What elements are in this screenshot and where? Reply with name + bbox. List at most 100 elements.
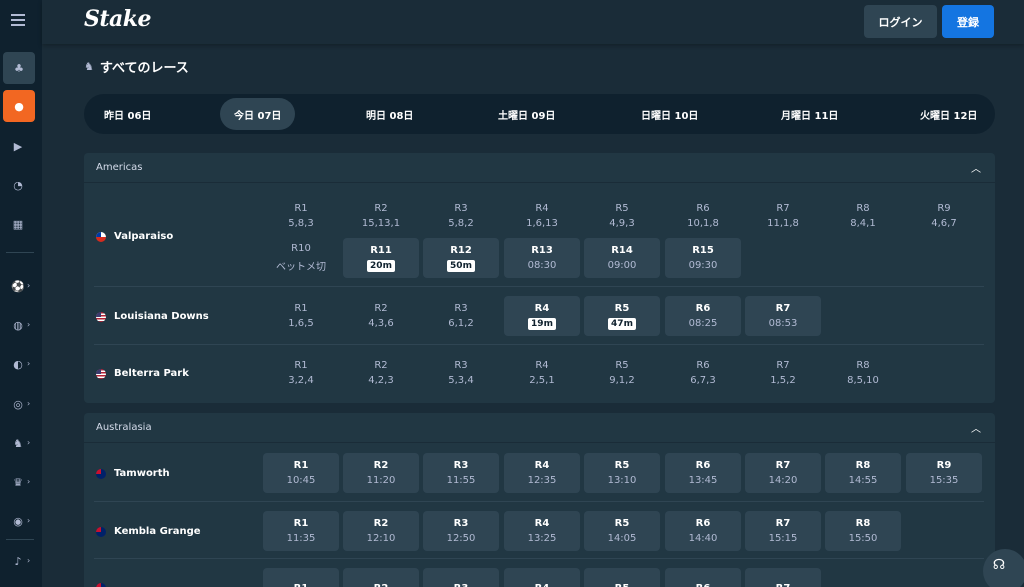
more-icon[interactable]: ♪ <box>8 551 28 571</box>
stake-logo[interactable]: Stake <box>84 6 152 32</box>
track-kembla-grange[interactable]: Kembla Grange <box>96 526 201 537</box>
race-upcoming[interactable]: R1 <box>263 568 339 587</box>
tab-saturday[interactable]: 土曜日 09日 <box>484 98 569 130</box>
track-partial[interactable] <box>96 583 106 587</box>
globe-icon[interactable]: ◉ <box>8 511 28 531</box>
race-upcoming[interactable]: R12 50m <box>423 238 499 278</box>
track-belterra-park[interactable]: Belterra Park <box>96 368 189 379</box>
race-result[interactable]: R2 4,3,6 <box>343 296 419 336</box>
tab-yesterday[interactable]: 昨日 06日 <box>90 98 165 130</box>
chevron-right-icon[interactable]: › <box>27 477 30 486</box>
race-upcoming[interactable]: R6 13:45 <box>665 453 741 493</box>
chevron-right-icon[interactable]: › <box>27 516 30 525</box>
race-upcoming[interactable]: R6 08:25 <box>665 296 741 336</box>
race-upcoming[interactable]: R7 <box>745 568 821 587</box>
race-result[interactable]: R2 15,13,1 <box>343 196 419 236</box>
track-louisiana-downs[interactable]: Louisiana Downs <box>96 311 209 322</box>
race-upcoming[interactable]: R3 <box>423 568 499 587</box>
race-result[interactable]: R3 5,3,4 <box>423 353 499 393</box>
sports-icon[interactable]: ● <box>3 90 35 122</box>
race-upcoming[interactable]: R9 15:35 <box>906 453 982 493</box>
race-result[interactable]: R6 10,1,8 <box>665 196 741 236</box>
soccer-icon[interactable]: ⚽ <box>8 276 28 296</box>
race-upcoming[interactable]: R13 08:30 <box>504 238 580 278</box>
play-icon[interactable]: ▶ <box>8 136 28 156</box>
race-result[interactable]: R3 6,1,2 <box>423 296 499 336</box>
chevron-right-icon[interactable]: › <box>27 438 30 447</box>
login-button[interactable]: ログイン <box>864 5 937 38</box>
race-result[interactable]: R7 1,5,2 <box>745 353 821 393</box>
race-upcoming[interactable]: R7 08:53 <box>745 296 821 336</box>
race-upcoming[interactable]: R2 12:10 <box>343 511 419 551</box>
menu-icon[interactable] <box>11 14 25 26</box>
race-upcoming[interactable]: R6 14:40 <box>665 511 741 551</box>
race-result[interactable]: R5 4,9,3 <box>584 196 660 236</box>
race-upcoming[interactable]: R4 <box>504 568 580 587</box>
race-result[interactable]: R1 1,6,5 <box>263 296 339 336</box>
race-result[interactable]: R8 8,5,10 <box>825 353 901 393</box>
trophy-icon[interactable]: ♛ <box>8 472 28 492</box>
race-upcoming[interactable]: R15 09:30 <box>665 238 741 278</box>
race-upcoming[interactable]: R1 11:35 <box>263 511 339 551</box>
stopwatch-icon[interactable]: ◔ <box>8 175 28 195</box>
tab-sunday[interactable]: 日曜日 10日 <box>627 98 712 130</box>
race-result[interactable]: R9 4,6,7 <box>906 196 982 236</box>
race-result[interactable]: R7 11,1,8 <box>745 196 821 236</box>
basketball-icon[interactable]: ◍ <box>8 315 28 335</box>
support-chat-button[interactable]: ☊ <box>983 549 1024 587</box>
race-upcoming[interactable]: R3 11:55 <box>423 453 499 493</box>
race-upcoming[interactable]: R8 14:55 <box>825 453 901 493</box>
race-upcoming[interactable]: R3 12:50 <box>423 511 499 551</box>
race-upcoming[interactable]: R4 12:35 <box>504 453 580 493</box>
chevron-up-icon[interactable]: ︿ <box>971 420 981 435</box>
calendar-icon[interactable]: ▦ <box>8 214 28 234</box>
race-upcoming[interactable]: R5 13:10 <box>584 453 660 493</box>
chevron-right-icon[interactable]: › <box>27 281 30 290</box>
race-result[interactable]: R1 3,2,4 <box>263 353 339 393</box>
race-upcoming[interactable]: R2 <box>343 568 419 587</box>
race-upcoming[interactable]: R8 15:50 <box>825 511 901 551</box>
race-result[interactable]: R3 5,8,2 <box>423 196 499 236</box>
race-result[interactable]: R4 2,5,1 <box>504 353 580 393</box>
race-upcoming[interactable]: R1 10:45 <box>263 453 339 493</box>
race-result[interactable]: R2 4,2,3 <box>343 353 419 393</box>
race-upcoming[interactable]: R5 14:05 <box>584 511 660 551</box>
race-result[interactable]: R4 1,6,13 <box>504 196 580 236</box>
race-number: R6 <box>696 203 710 214</box>
casino-icon[interactable]: ♣ <box>3 52 35 84</box>
register-button[interactable]: 登録 <box>942 5 994 38</box>
tab-monday[interactable]: 月曜日 11日 <box>767 98 852 130</box>
race-number: R1 <box>294 360 308 371</box>
race-upcoming[interactable]: R5 <box>584 568 660 587</box>
region-header[interactable]: Americas ︿ <box>84 153 995 183</box>
chevron-right-icon[interactable]: › <box>27 359 30 368</box>
race-closed[interactable]: R10 ベットメ切 <box>263 238 339 278</box>
race-upcoming[interactable]: R4 13:25 <box>504 511 580 551</box>
race-upcoming[interactable]: R4 19m <box>504 296 580 336</box>
race-upcoming[interactable]: R7 15:15 <box>745 511 821 551</box>
race-upcoming[interactable]: R5 47m <box>584 296 660 336</box>
race-result[interactable]: R5 9,1,2 <box>584 353 660 393</box>
race-upcoming[interactable]: R11 20m <box>343 238 419 278</box>
race-result[interactable]: R6 6,7,3 <box>665 353 741 393</box>
chevron-right-icon[interactable]: › <box>27 556 30 565</box>
tennis-icon[interactable]: ◐ <box>8 354 28 374</box>
race-result[interactable]: R1 5,8,3 <box>263 196 339 236</box>
chevron-up-icon[interactable]: ︿ <box>971 160 981 175</box>
horse-racing-icon[interactable]: ♞ <box>8 433 28 453</box>
track-valparaiso[interactable]: Valparaiso <box>96 231 173 242</box>
region-header[interactable]: Australasia ︿ <box>84 413 995 443</box>
tab-tomorrow[interactable]: 明日 08日 <box>352 98 427 130</box>
race-upcoming[interactable]: R2 11:20 <box>343 453 419 493</box>
baseball-icon[interactable]: ◎ <box>8 394 28 414</box>
tab-today[interactable]: 今日 07日 <box>220 98 296 130</box>
chevron-right-icon[interactable]: › <box>27 399 30 408</box>
tab-tuesday[interactable]: 火曜日 12日 <box>906 98 991 130</box>
race-upcoming[interactable]: R7 14:20 <box>745 453 821 493</box>
race-result[interactable]: R8 8,4,1 <box>825 196 901 236</box>
race-upcoming[interactable]: R6 <box>665 568 741 587</box>
race-upcoming[interactable]: R14 09:00 <box>584 238 660 278</box>
race-result-numbers: 4,2,3 <box>368 375 394 386</box>
track-tamworth[interactable]: Tamworth <box>96 468 170 479</box>
chevron-right-icon[interactable]: › <box>27 320 30 329</box>
